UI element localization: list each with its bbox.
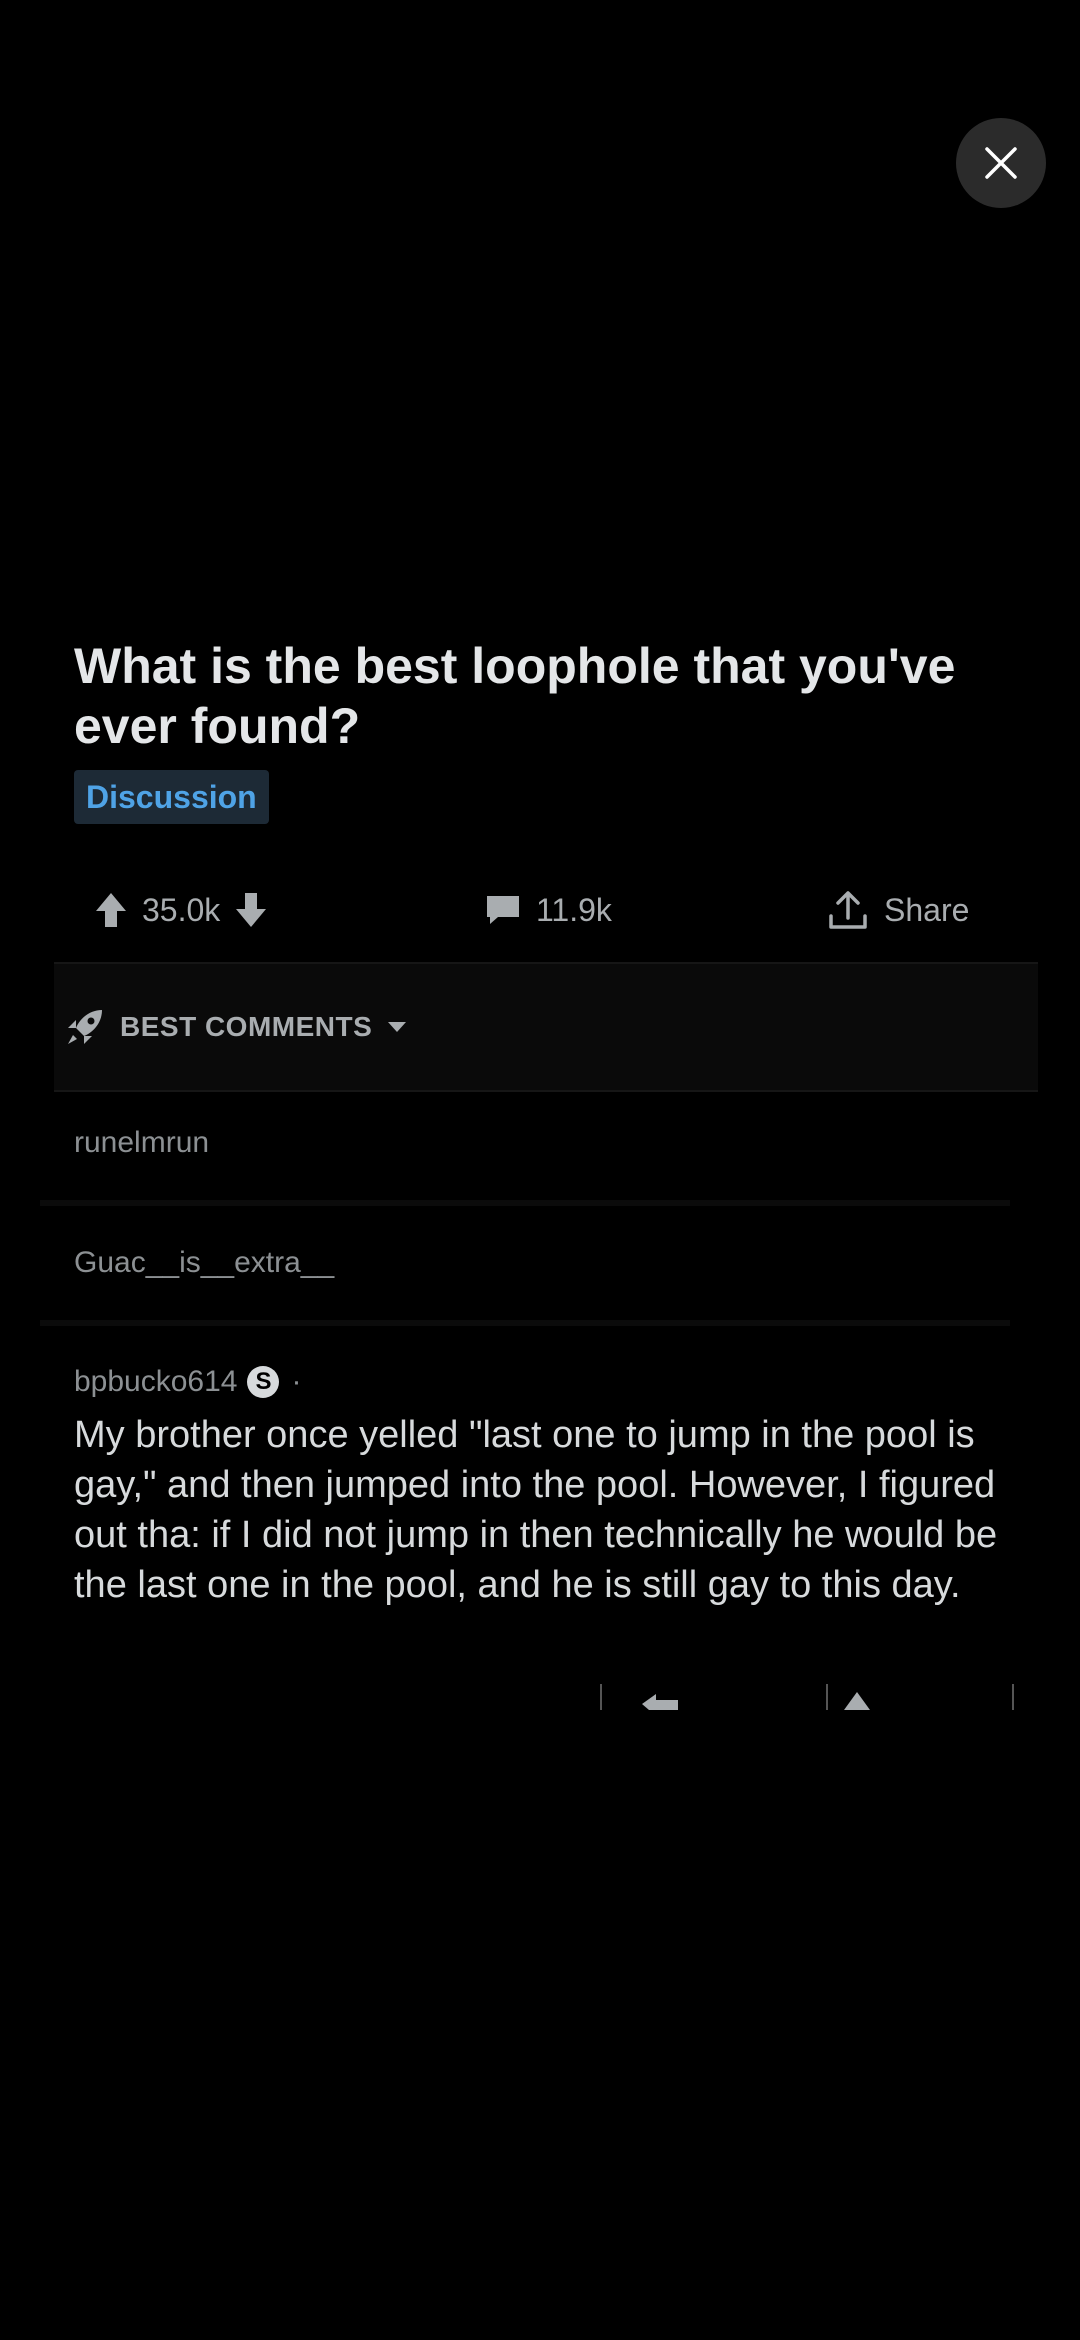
comment: bpbucko614 S · My brother once yelled "l… xyxy=(74,1360,1014,1610)
post-title: What is the best loophole that you've ev… xyxy=(74,638,956,754)
close-button[interactable] xyxy=(956,118,1046,208)
comment-count: 11.9k xyxy=(536,891,612,928)
close-icon xyxy=(985,147,1017,179)
post-flair[interactable]: Discussion xyxy=(74,770,269,824)
vote-count: 35.0k xyxy=(142,891,221,928)
sort-label: BEST COMMENTS xyxy=(120,1011,373,1042)
upvote-icon[interactable] xyxy=(94,891,128,929)
comment-author[interactable]: Guac__is__extra__ xyxy=(74,1246,334,1280)
rocket-icon xyxy=(68,1010,102,1044)
share-button[interactable]: Share xyxy=(826,870,983,950)
post-action-bar: 35.0k 11.9k Share xyxy=(54,870,1034,950)
reply-icon[interactable] xyxy=(640,1692,680,1710)
downvote-icon[interactable] xyxy=(234,891,268,929)
comment-body: My brother once yelled "last one to jump… xyxy=(74,1414,998,1606)
comment-sort-bar[interactable]: BEST COMMENTS xyxy=(54,962,1038,1092)
screenshot-viewer: What is the best loophole that you've ev… xyxy=(0,0,1080,2340)
share-icon xyxy=(829,891,867,929)
upvote-icon[interactable] xyxy=(842,1690,872,1710)
collapsed-comment[interactable]: Guac__is__extra__ xyxy=(40,1210,1010,1326)
divider xyxy=(600,1684,602,1710)
comment-action-bar xyxy=(600,1684,1020,1710)
divider xyxy=(1012,1684,1014,1710)
collapsed-comment[interactable]: runelmrun xyxy=(40,1090,1010,1206)
comment-meta: bpbucko614 S · xyxy=(74,1360,1014,1404)
divider xyxy=(826,1684,828,1710)
vote-controls: 35.0k xyxy=(94,870,268,950)
share-label: Share xyxy=(884,891,970,928)
comment-author[interactable]: bpbucko614 xyxy=(74,1365,237,1399)
comments-button[interactable]: 11.9k xyxy=(484,870,626,950)
chevron-down-icon xyxy=(388,1022,407,1032)
comment-author[interactable]: runelmrun xyxy=(74,1126,209,1160)
comment-icon xyxy=(487,896,519,924)
user-badge: S xyxy=(247,1366,280,1398)
meta-separator: · xyxy=(291,1365,302,1398)
